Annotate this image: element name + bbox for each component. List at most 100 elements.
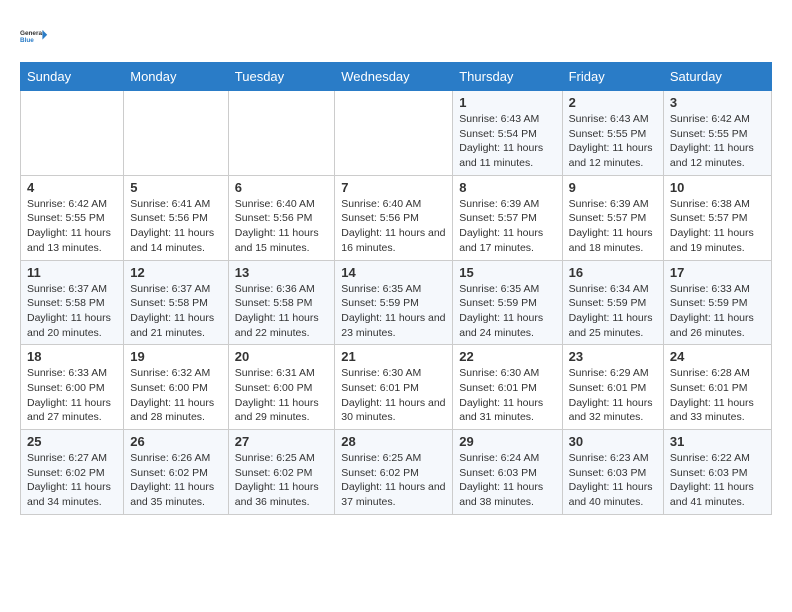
- day-number: 14: [341, 265, 446, 280]
- calendar-cell: 23 Sunrise: 6:29 AMSunset: 6:01 PMDayligh…: [562, 345, 663, 430]
- calendar-cell: 15 Sunrise: 6:35 AMSunset: 5:59 PMDayligh…: [453, 260, 562, 345]
- header-cell-sunday: Sunday: [21, 63, 124, 91]
- week-row-5: 25 Sunrise: 6:27 AMSunset: 6:02 PMDayligh…: [21, 430, 772, 515]
- day-number: 19: [130, 349, 222, 364]
- day-number: 23: [569, 349, 657, 364]
- day-number: 12: [130, 265, 222, 280]
- week-row-2: 4 Sunrise: 6:42 AMSunset: 5:55 PMDaylight…: [21, 175, 772, 260]
- day-detail: Sunrise: 6:39 AMSunset: 5:57 PMDaylight:…: [569, 197, 657, 256]
- day-number: 6: [235, 180, 328, 195]
- day-number: 4: [27, 180, 117, 195]
- svg-text:General: General: [20, 30, 44, 37]
- calendar-cell: 16Sunrise: 6:34 AMSunset: 5:59 PMDayligh…: [562, 260, 663, 345]
- calendar-cell: 25 Sunrise: 6:27 AMSunset: 6:02 PMDayligh…: [21, 430, 124, 515]
- day-detail: Sunrise: 6:33 AMSunset: 6:00 PMDaylight:…: [27, 366, 117, 425]
- day-number: 9: [569, 180, 657, 195]
- day-number: 26: [130, 434, 222, 449]
- day-detail: Sunrise: 6:31 AMSunset: 6:00 PMDaylight:…: [235, 366, 328, 425]
- day-detail: Sunrise: 6:27 AMSunset: 6:02 PMDaylight:…: [27, 451, 117, 510]
- day-detail: Sunrise: 6:40 AMSunset: 5:56 PMDaylight:…: [341, 197, 446, 256]
- day-detail: Sunrise: 6:41 AMSunset: 5:56 PMDaylight:…: [130, 197, 222, 256]
- calendar-cell: 28 Sunrise: 6:25 AMSunset: 6:02 PMDayligh…: [335, 430, 453, 515]
- day-detail: Sunrise: 6:37 AMSunset: 5:58 PMDaylight:…: [27, 282, 117, 341]
- week-row-3: 11 Sunrise: 6:37 AMSunset: 5:58 PMDayligh…: [21, 260, 772, 345]
- day-detail: Sunrise: 6:25 AMSunset: 6:02 PMDaylight:…: [235, 451, 328, 510]
- week-row-4: 18 Sunrise: 6:33 AMSunset: 6:00 PMDayligh…: [21, 345, 772, 430]
- calendar-cell: 27 Sunrise: 6:25 AMSunset: 6:02 PMDayligh…: [228, 430, 334, 515]
- header: GeneralBlue: [20, 20, 772, 52]
- calendar-cell: 14 Sunrise: 6:35 AMSunset: 5:59 PMDayligh…: [335, 260, 453, 345]
- day-detail: Sunrise: 6:28 AMSunset: 6:01 PMDaylight:…: [670, 366, 765, 425]
- day-number: 31: [670, 434, 765, 449]
- calendar-cell: 11 Sunrise: 6:37 AMSunset: 5:58 PMDayligh…: [21, 260, 124, 345]
- day-number: 20: [235, 349, 328, 364]
- calendar-cell: 10Sunrise: 6:38 AMSunset: 5:57 PMDayligh…: [663, 175, 771, 260]
- day-detail: Sunrise: 6:25 AMSunset: 6:02 PMDaylight:…: [341, 451, 446, 510]
- day-detail: Sunrise: 6:32 AMSunset: 6:00 PMDaylight:…: [130, 366, 222, 425]
- day-detail: Sunrise: 6:22 AMSunset: 6:03 PMDaylight:…: [670, 451, 765, 510]
- calendar-cell: [335, 91, 453, 176]
- day-detail: Sunrise: 6:42 AMSunset: 5:55 PMDaylight:…: [670, 112, 765, 171]
- day-detail: Sunrise: 6:24 AMSunset: 6:03 PMDaylight:…: [459, 451, 555, 510]
- day-number: 1: [459, 95, 555, 110]
- day-number: 15: [459, 265, 555, 280]
- day-detail: Sunrise: 6:35 AMSunset: 5:59 PMDaylight:…: [459, 282, 555, 341]
- week-row-1: 1 Sunrise: 6:43 AMSunset: 5:54 PMDaylight…: [21, 91, 772, 176]
- day-number: 22: [459, 349, 555, 364]
- calendar-cell: 2 Sunrise: 6:43 AMSunset: 5:55 PMDaylight…: [562, 91, 663, 176]
- day-number: 3: [670, 95, 765, 110]
- calendar-cell: 24 Sunrise: 6:28 AMSunset: 6:01 PMDayligh…: [663, 345, 771, 430]
- day-detail: Sunrise: 6:30 AMSunset: 6:01 PMDaylight:…: [459, 366, 555, 425]
- calendar-cell: 22 Sunrise: 6:30 AMSunset: 6:01 PMDayligh…: [453, 345, 562, 430]
- calendar-cell: 13 Sunrise: 6:36 AMSunset: 5:58 PMDayligh…: [228, 260, 334, 345]
- logo: GeneralBlue: [20, 20, 52, 52]
- calendar-cell: 8Sunrise: 6:39 AMSunset: 5:57 PMDaylight…: [453, 175, 562, 260]
- day-detail: Sunrise: 6:40 AMSunset: 5:56 PMDaylight:…: [235, 197, 328, 256]
- day-number: 5: [130, 180, 222, 195]
- calendar-cell: 7 Sunrise: 6:40 AMSunset: 5:56 PMDaylight…: [335, 175, 453, 260]
- day-detail: Sunrise: 6:26 AMSunset: 6:02 PMDaylight:…: [130, 451, 222, 510]
- header-cell-monday: Monday: [124, 63, 229, 91]
- calendar-cell: 31 Sunrise: 6:22 AMSunset: 6:03 PMDayligh…: [663, 430, 771, 515]
- logo-icon: GeneralBlue: [20, 20, 52, 52]
- header-cell-friday: Friday: [562, 63, 663, 91]
- day-detail: Sunrise: 6:42 AMSunset: 5:55 PMDaylight:…: [27, 197, 117, 256]
- calendar-cell: 30Sunrise: 6:23 AMSunset: 6:03 PMDayligh…: [562, 430, 663, 515]
- day-detail: Sunrise: 6:36 AMSunset: 5:58 PMDaylight:…: [235, 282, 328, 341]
- day-detail: Sunrise: 6:33 AMSunset: 5:59 PMDaylight:…: [670, 282, 765, 341]
- day-number: 17: [670, 265, 765, 280]
- calendar-cell: 17 Sunrise: 6:33 AMSunset: 5:59 PMDayligh…: [663, 260, 771, 345]
- day-detail: Sunrise: 6:35 AMSunset: 5:59 PMDaylight:…: [341, 282, 446, 341]
- day-detail: Sunrise: 6:37 AMSunset: 5:58 PMDaylight:…: [130, 282, 222, 341]
- calendar-cell: 5 Sunrise: 6:41 AMSunset: 5:56 PMDaylight…: [124, 175, 229, 260]
- header-cell-thursday: Thursday: [453, 63, 562, 91]
- calendar-cell: 19 Sunrise: 6:32 AMSunset: 6:00 PMDayligh…: [124, 345, 229, 430]
- day-number: 24: [670, 349, 765, 364]
- calendar-table: SundayMondayTuesdayWednesdayThursdayFrid…: [20, 62, 772, 515]
- day-number: 27: [235, 434, 328, 449]
- header-cell-wednesday: Wednesday: [335, 63, 453, 91]
- calendar-cell: 12 Sunrise: 6:37 AMSunset: 5:58 PMDayligh…: [124, 260, 229, 345]
- day-number: 13: [235, 265, 328, 280]
- calendar-cell: 21Sunrise: 6:30 AMSunset: 6:01 PMDayligh…: [335, 345, 453, 430]
- calendar-cell: [228, 91, 334, 176]
- day-number: 28: [341, 434, 446, 449]
- header-cell-saturday: Saturday: [663, 63, 771, 91]
- day-number: 7: [341, 180, 446, 195]
- day-detail: Sunrise: 6:43 AMSunset: 5:54 PMDaylight:…: [459, 112, 555, 171]
- day-detail: Sunrise: 6:30 AMSunset: 6:01 PMDaylight:…: [341, 366, 446, 425]
- day-number: 16: [569, 265, 657, 280]
- calendar-cell: 9 Sunrise: 6:39 AMSunset: 5:57 PMDaylight…: [562, 175, 663, 260]
- day-number: 18: [27, 349, 117, 364]
- day-number: 30: [569, 434, 657, 449]
- day-detail: Sunrise: 6:29 AMSunset: 6:01 PMDaylight:…: [569, 366, 657, 425]
- calendar-cell: 26 Sunrise: 6:26 AMSunset: 6:02 PMDayligh…: [124, 430, 229, 515]
- calendar-cell: 4 Sunrise: 6:42 AMSunset: 5:55 PMDaylight…: [21, 175, 124, 260]
- day-detail: Sunrise: 6:43 AMSunset: 5:55 PMDaylight:…: [569, 112, 657, 171]
- day-number: 25: [27, 434, 117, 449]
- day-number: 8: [459, 180, 555, 195]
- day-number: 11: [27, 265, 117, 280]
- svg-text:Blue: Blue: [20, 37, 34, 44]
- day-number: 2: [569, 95, 657, 110]
- day-number: 29: [459, 434, 555, 449]
